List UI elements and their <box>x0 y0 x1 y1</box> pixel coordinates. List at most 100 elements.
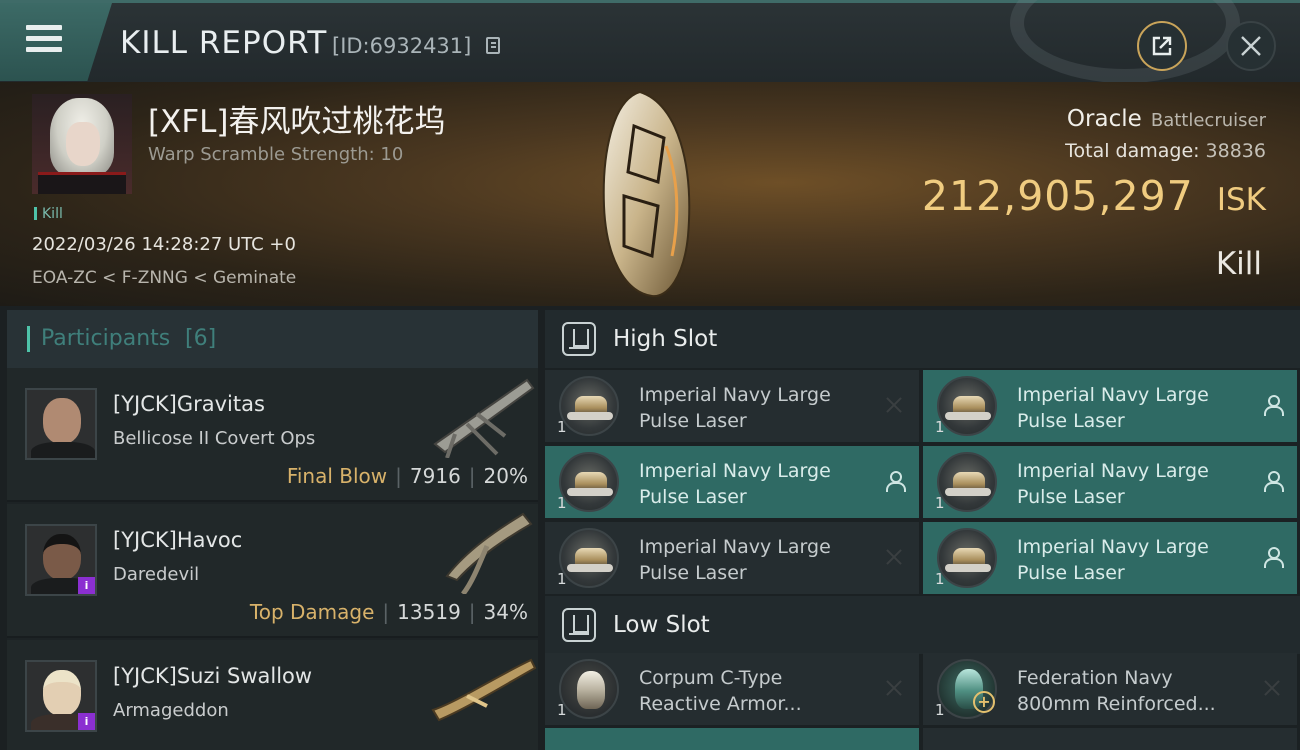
kill-location: EOA-ZC < F-ZNNG < Geminate <box>32 268 297 288</box>
module-quantity: 1 <box>935 418 945 436</box>
module-item-partial[interactable] <box>545 728 919 750</box>
decorative-ring <box>1010 0 1240 83</box>
copy-icon[interactable] <box>486 37 500 54</box>
participant-portrait <box>25 388 97 460</box>
fitting-panel: High Slot 1 Imperial Navy Large Pulse Las… <box>545 310 1300 750</box>
kill-tag: Kill <box>34 206 63 222</box>
low-slot-header: Low Slot <box>545 596 1300 654</box>
participants-header: Participants [6] <box>7 310 538 368</box>
module-item[interactable]: 1 Imperial Navy Large Pulse Laser <box>923 370 1297 442</box>
top-damage-tag: Top Damage <box>249 600 375 624</box>
module-name: Corpum C-Type Reactive Armor... <box>639 667 802 715</box>
destroyed-x-icon <box>1261 677 1283 699</box>
participant-ship: Armageddon <box>113 700 229 721</box>
module-quantity: 1 <box>557 570 567 588</box>
pulse-laser-icon <box>559 376 619 436</box>
top-bar: KILL REPORT [ID:6932431] <box>0 0 1300 83</box>
victim-portrait[interactable] <box>32 94 132 194</box>
dropped-person-icon <box>1261 394 1284 416</box>
destroyed-x-icon <box>883 394 905 416</box>
pulse-laser-icon <box>937 452 997 512</box>
warp-scramble-strength: Warp Scramble Strength: 10 <box>148 144 404 165</box>
module-item-partial[interactable] <box>923 728 1297 750</box>
low-slot-icon <box>562 608 596 642</box>
module-quantity: 1 <box>557 418 567 436</box>
module-name: Imperial Navy Large Pulse Laser <box>639 384 831 432</box>
participant-portrait: i <box>25 524 97 596</box>
bulkhead-icon: + <box>937 659 997 719</box>
result-label: Kill <box>1215 246 1262 282</box>
participant-row[interactable]: [YJCK]Gravitas Bellicose II Covert Ops F… <box>7 368 538 502</box>
module-item[interactable]: 1 Corpum C-Type Reactive Armor... <box>545 653 919 725</box>
module-name: Federation Navy 800mm Reinforced... <box>1017 667 1216 715</box>
pulse-laser-icon <box>559 528 619 588</box>
participant-percent: 20% <box>483 464 528 488</box>
share-button[interactable] <box>1137 21 1187 71</box>
armor-hardener-icon <box>559 659 619 719</box>
module-item[interactable]: 1 Imperial Navy Large Pulse Laser <box>923 522 1297 594</box>
implant-badge: i <box>78 713 95 730</box>
victim-summary: [XFL]春风吹过桃花坞 Warp Scramble Strength: 10 … <box>0 82 1300 306</box>
kill-datetime: 2022/03/26 14:28:27 UTC +0 <box>32 234 296 255</box>
pulse-laser-icon <box>559 452 619 512</box>
module-name: Imperial Navy Large Pulse Laser <box>1017 536 1209 584</box>
participant-damage: 13519 <box>397 600 461 624</box>
participant-ship-image <box>431 658 537 722</box>
high-slot-icon <box>562 322 596 356</box>
participant-portrait: i <box>25 660 97 732</box>
participant-name: [YJCK]Gravitas <box>113 392 265 416</box>
share-icon <box>1152 36 1172 56</box>
close-button[interactable] <box>1226 21 1276 71</box>
total-damage-label: Total damage: <box>1065 140 1200 162</box>
destroyed-x-icon <box>883 677 905 699</box>
module-name: Imperial Navy Large Pulse Laser <box>1017 384 1209 432</box>
ship-name: Oracle <box>1066 106 1142 132</box>
destroyed-x-icon <box>883 546 905 568</box>
total-damage: Total damage: 38836 <box>1065 140 1266 162</box>
participant-row[interactable]: i [YJCK]Suzi Swallow Armageddon <box>7 640 538 750</box>
participant-stats: Final Blow | 7916 | 20% <box>286 464 528 488</box>
dropped-person-icon <box>1261 470 1284 492</box>
ship-class: Battlecruiser <box>1150 110 1266 131</box>
module-name: Imperial Navy Large Pulse Laser <box>1017 460 1209 508</box>
implant-badge: i <box>78 577 95 594</box>
pulse-laser-icon <box>937 528 997 588</box>
page-title: KILL REPORT <box>120 25 328 61</box>
isk-unit: ISK <box>1216 182 1266 218</box>
menu-icon[interactable] <box>26 25 62 55</box>
plus-badge-icon: + <box>973 691 995 713</box>
module-quantity: 1 <box>935 701 945 719</box>
low-slot-title: Low Slot <box>613 612 710 638</box>
module-quantity: 1 <box>935 494 945 512</box>
participant-stats: Top Damage | 13519 | 34% <box>249 600 528 624</box>
participant-ship: Daredevil <box>113 564 200 585</box>
participants-count: [6] <box>185 326 217 351</box>
module-item[interactable]: 1 Imperial Navy Large Pulse Laser <box>545 522 919 594</box>
victim-name: [XFL]春风吹过桃花坞 <box>148 104 446 140</box>
close-icon <box>1241 36 1261 56</box>
module-quantity: 1 <box>557 494 567 512</box>
isk-value: 212,905,297 ISK <box>922 172 1266 220</box>
dropped-person-icon <box>883 470 906 492</box>
participant-name: [YJCK]Suzi Swallow <box>113 664 313 688</box>
module-item[interactable]: + 1 Federation Navy 800mm Reinforced... <box>923 653 1297 725</box>
module-item[interactable]: 1 Imperial Navy Large Pulse Laser <box>545 370 919 442</box>
participant-damage: 7916 <box>409 464 461 488</box>
module-quantity: 1 <box>557 701 567 719</box>
participant-ship: Bellicose II Covert Ops <box>113 428 316 449</box>
isk-amount: 212,905,297 <box>921 172 1194 220</box>
module-item[interactable]: 1 Imperial Navy Large Pulse Laser <box>545 446 919 518</box>
participant-ship-image <box>445 512 533 594</box>
pulse-laser-icon <box>937 376 997 436</box>
participant-ship-image <box>433 378 535 458</box>
participant-row[interactable]: i [YJCK]Havoc Daredevil Top Damage | 13519… <box>7 504 538 638</box>
victim-ship-image[interactable] <box>594 86 704 302</box>
participant-percent: 34% <box>483 600 528 624</box>
participants-title: Participants <box>41 326 171 351</box>
dropped-person-icon <box>1261 546 1284 568</box>
module-item[interactable]: 1 Imperial Navy Large Pulse Laser <box>923 446 1297 518</box>
victim-ship: Oracle Battlecruiser <box>1067 106 1266 132</box>
participants-panel: Participants [6] [YJCK]Gravitas Bellicos… <box>7 310 538 750</box>
high-slot-header: High Slot <box>545 310 1300 368</box>
module-name: Imperial Navy Large Pulse Laser <box>639 536 831 584</box>
